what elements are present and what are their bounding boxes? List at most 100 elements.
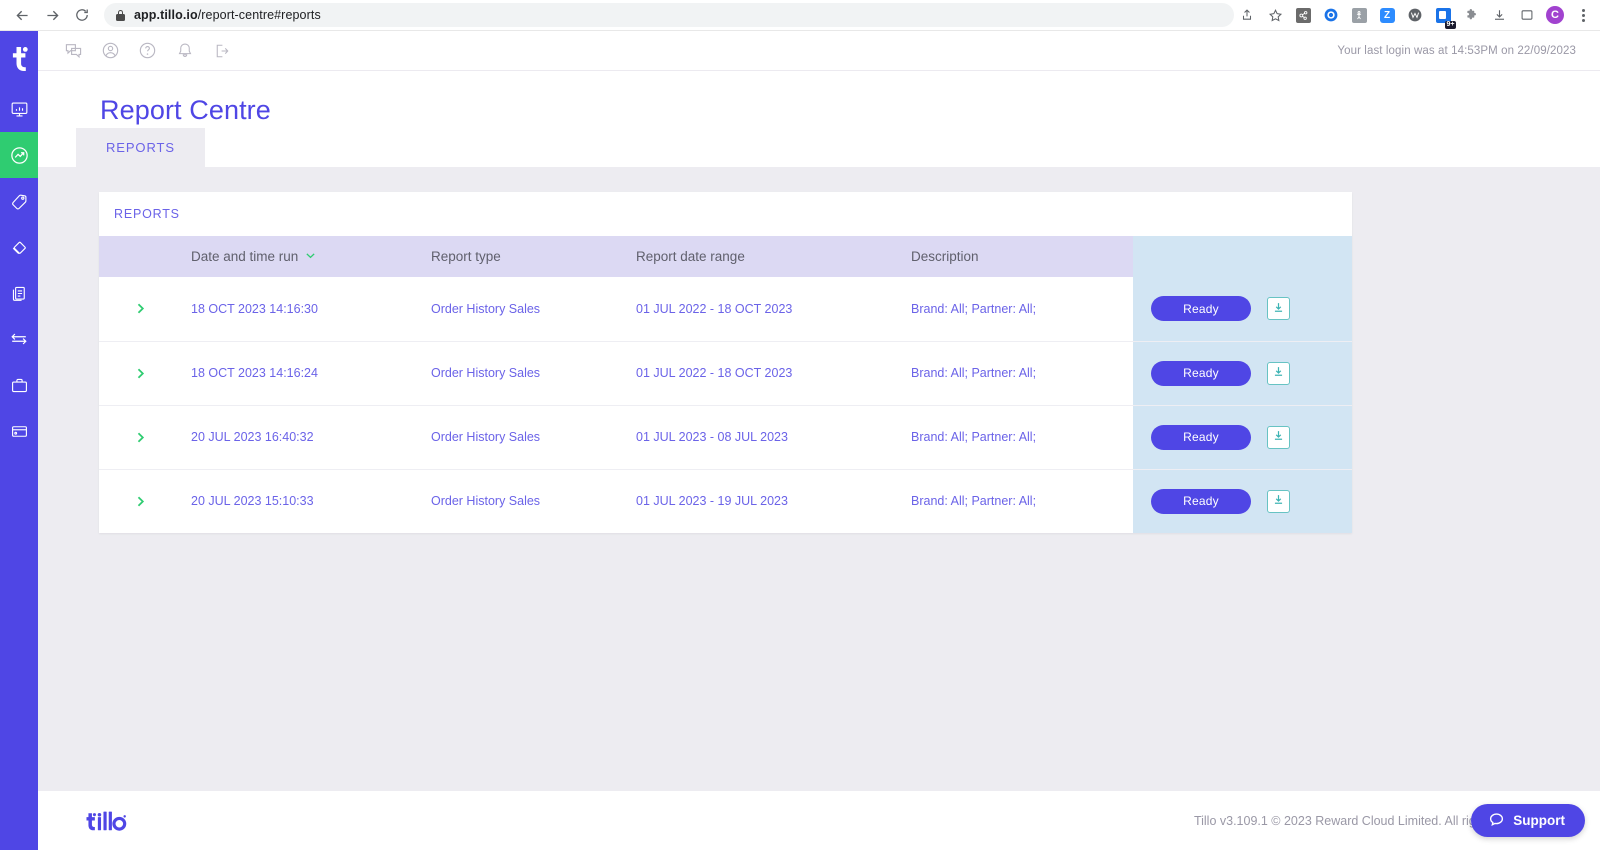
- row-report-date-range: 01 JUL 2022 - 18 OCT 2023: [636, 366, 793, 380]
- extension-badge-count: 9+: [1445, 21, 1456, 29]
- chrome-menu-icon[interactable]: [1570, 2, 1596, 28]
- card-wallet-icon: [11, 425, 27, 437]
- chat-bubbles-icon[interactable]: [62, 39, 85, 62]
- share-icon[interactable]: [1234, 2, 1260, 28]
- column-label: Report date range: [636, 249, 745, 264]
- chevron-right-icon[interactable]: [134, 302, 147, 315]
- row-report-type: Order History Sales: [431, 301, 541, 316]
- column-header-report-date-range[interactable]: Report date range: [636, 236, 911, 277]
- profile-avatar[interactable]: C: [1542, 2, 1568, 28]
- cell-description: Brand: All; Partner: All;: [911, 277, 1133, 342]
- sidebar-item-wallet[interactable]: [0, 408, 38, 454]
- column-header-date-and-time-run[interactable]: Date and time run: [191, 236, 431, 277]
- cell-actions: Ready: [1133, 405, 1352, 470]
- url-host: app.tillo.io: [134, 8, 198, 22]
- column-header-report-type[interactable]: Report type: [431, 236, 636, 277]
- url-path: /report-centre#reports: [197, 8, 321, 22]
- app-shell: Your last login was at 14:53PM on 22/09/…: [0, 31, 1600, 850]
- row-report-date-range: 01 JUL 2023 - 19 JUL 2023: [636, 494, 788, 509]
- extension-notes-icon[interactable]: 9+: [1430, 2, 1456, 29]
- download-button[interactable]: [1267, 361, 1290, 385]
- download-button[interactable]: [1267, 297, 1290, 321]
- tab-reports[interactable]: REPORTS: [76, 128, 205, 167]
- reload-icon[interactable]: [68, 1, 96, 29]
- profile-avatar-initial: C: [1546, 6, 1564, 24]
- table-row[interactable]: 20 JUL 2023 16:40:32 Order History Sales 0…: [99, 405, 1352, 470]
- row-date-and-time-run: 20 JUL 2023 16:40:32: [191, 430, 314, 444]
- sidebar-item-reports[interactable]: [0, 132, 38, 178]
- cell-report-date-range: 01 JUL 2023 - 08 JUL 2023: [636, 405, 911, 470]
- chevron-down-icon[interactable]: [304, 249, 317, 265]
- status-ready-button[interactable]: Ready: [1151, 424, 1251, 450]
- column-label: Description: [911, 249, 979, 264]
- row-expand-cell[interactable]: [99, 341, 191, 406]
- reports-table-head: Date and time run Report type Report dat…: [99, 236, 1352, 277]
- row-date-and-time-run: 18 OCT 2023 14:16:24: [191, 366, 318, 380]
- row-date-and-time-run: 18 OCT 2023 14:16:30: [191, 301, 318, 316]
- row-report-date-range: 01 JUL 2022 - 18 OCT 2023: [636, 301, 793, 316]
- browser-extension-toolbar: Z 9+ C: [1234, 2, 1598, 29]
- tag-icon: [11, 194, 26, 209]
- row-expand-cell[interactable]: [99, 469, 191, 533]
- sidebar-item-pricing[interactable]: [0, 178, 38, 224]
- tillo-logo-icon[interactable]: [0, 31, 38, 86]
- sidebar-item-dashboard[interactable]: [0, 86, 38, 132]
- extension-gray-icon[interactable]: [1346, 2, 1372, 28]
- download-icon: [1272, 365, 1285, 381]
- chevron-right-icon[interactable]: [134, 495, 147, 508]
- reports-table: Date and time run Report type Report dat…: [99, 236, 1352, 533]
- extension-circle-icon[interactable]: [1318, 2, 1344, 28]
- diamond-cards-icon: [12, 241, 26, 254]
- status-ready-button[interactable]: Ready: [1151, 296, 1251, 322]
- sidebar-item-orders[interactable]: [0, 270, 38, 316]
- chevron-right-icon[interactable]: [134, 431, 147, 444]
- sidepanel-icon[interactable]: [1514, 2, 1540, 28]
- sidebar-item-business[interactable]: [0, 362, 38, 408]
- support-button[interactable]: Support: [1471, 804, 1585, 837]
- status-ready-button[interactable]: Ready: [1151, 488, 1251, 514]
- help-circle-icon[interactable]: [136, 39, 159, 62]
- download-icon: [1272, 493, 1285, 509]
- user-circle-icon[interactable]: [99, 39, 122, 62]
- column-header-expand: [99, 236, 191, 277]
- bell-icon[interactable]: [173, 39, 196, 62]
- row-expand-cell[interactable]: [99, 405, 191, 470]
- address-bar[interactable]: app.tillo.io/report-centre#reports: [104, 3, 1234, 27]
- status-ready-button[interactable]: Ready: [1151, 360, 1251, 386]
- chevron-right-icon[interactable]: [134, 367, 147, 380]
- table-row[interactable]: 18 OCT 2023 14:16:24 Order History Sales 0…: [99, 341, 1352, 406]
- download-icon: [1272, 301, 1285, 317]
- extension-w-icon[interactable]: [1402, 2, 1428, 28]
- reports-card-heading: REPORTS: [114, 207, 180, 221]
- extension-hubspot-icon[interactable]: [1290, 2, 1316, 28]
- download-button[interactable]: [1267, 425, 1290, 449]
- column-header-description[interactable]: Description: [911, 236, 1133, 277]
- row-expand-cell[interactable]: [99, 277, 191, 342]
- downloads-icon[interactable]: [1486, 2, 1512, 28]
- cell-date-and-time-run: 18 OCT 2023 14:16:30: [191, 277, 431, 342]
- extension-zoom-icon[interactable]: Z: [1374, 2, 1400, 28]
- download-button[interactable]: [1267, 489, 1290, 513]
- column-label: Date and time run: [191, 249, 299, 264]
- forward-arrow-icon[interactable]: [38, 1, 66, 29]
- table-row[interactable]: 18 OCT 2023 14:16:30 Order History Sales 0…: [99, 277, 1352, 342]
- row-report-date-range: 01 JUL 2023 - 08 JUL 2023: [636, 430, 788, 444]
- logout-icon[interactable]: [210, 39, 233, 62]
- extensions-puzzle-icon[interactable]: [1458, 2, 1484, 28]
- lock-icon: [116, 9, 125, 21]
- main-column: Your last login was at 14:53PM on 22/09/…: [38, 31, 1600, 850]
- table-row[interactable]: 20 JUL 2023 15:10:33 Order History Sales 0…: [99, 469, 1352, 533]
- row-description: Brand: All; Partner: All;: [911, 494, 1037, 509]
- table-header-row: Date and time run Report type Report dat…: [99, 236, 1352, 277]
- row-report-type: Order History Sales: [431, 366, 541, 380]
- cell-report-date-range: 01 JUL 2023 - 19 JUL 2023: [636, 469, 911, 533]
- analytics-circle-icon: [10, 146, 28, 164]
- cell-description: Brand: All; Partner: All;: [911, 341, 1133, 406]
- topbar-icon-group: [62, 39, 233, 62]
- content-area: REPORTS Date and time run Report type Re…: [38, 167, 1600, 791]
- sidebar-item-brands[interactable]: [0, 224, 38, 270]
- last-login-text: Your last login was at 14:53PM on 22/09/…: [1337, 44, 1576, 57]
- back-arrow-icon[interactable]: [8, 1, 36, 29]
- bookmark-star-icon[interactable]: [1262, 2, 1288, 28]
- sidebar-item-transfers[interactable]: [0, 316, 38, 362]
